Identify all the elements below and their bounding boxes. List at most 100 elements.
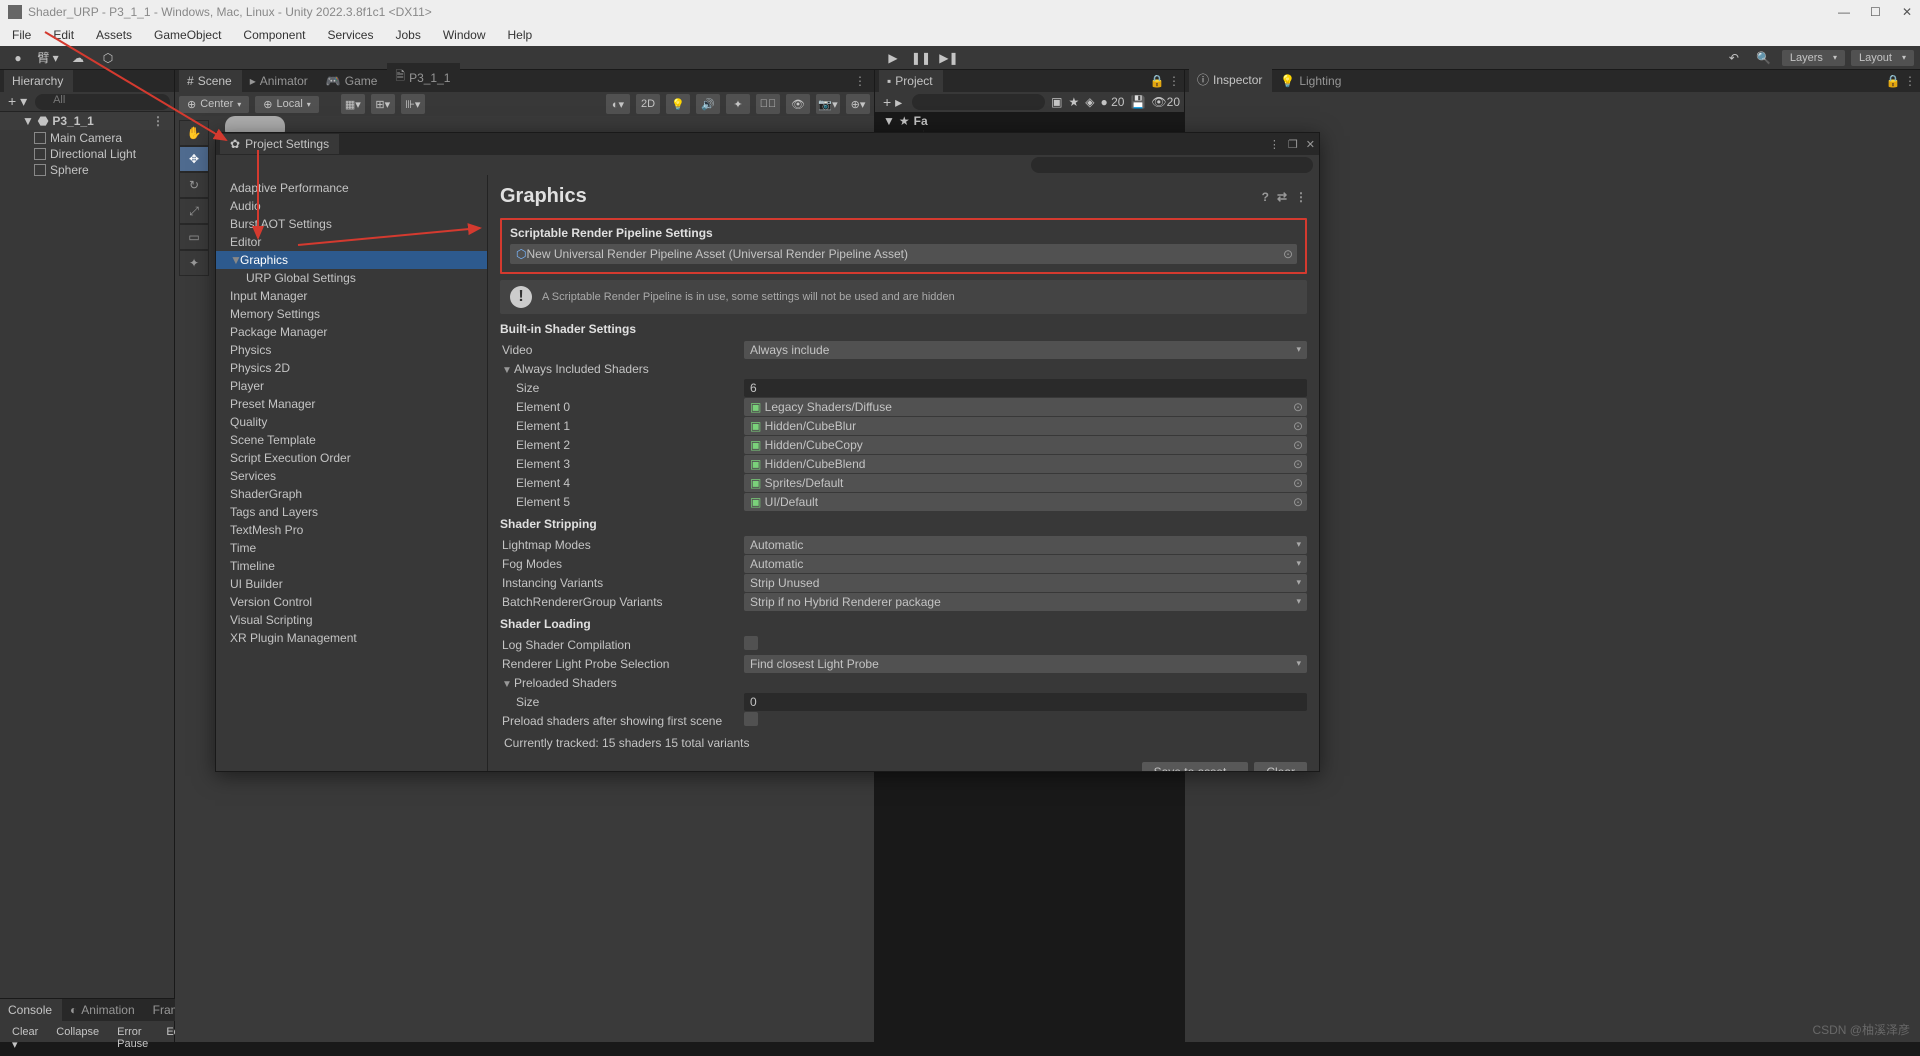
stripping-dropdown[interactable]: Automatic [744,555,1307,573]
hierarchy-tab[interactable]: Hierarchy [4,70,73,92]
shader-field[interactable]: ▣ Hidden/CubeCopy⊙ [744,436,1307,454]
undo-history-icon[interactable]: ↶ [1722,49,1746,67]
shader-field[interactable]: ▣ Legacy Shaders/Diffuse⊙ [744,398,1307,416]
visibility-icon[interactable]: 👁 [786,94,810,114]
preload-after-checkbox[interactable] [744,712,758,726]
eye-icon[interactable]: 👁20 [1151,95,1180,109]
cat-physics[interactable]: Physics [216,341,487,359]
menu-jobs[interactable]: Jobs [387,26,428,44]
cat-editor[interactable]: Editor [216,233,487,251]
object-picker-icon[interactable]: ⊙ [1293,495,1303,509]
snap-icon[interactable]: ⊞▾ [371,94,395,114]
asset-tab[interactable]: 🗎 P3_1_1 [387,63,460,92]
preload-size-input[interactable]: 0 [744,693,1307,711]
cat-shadergraph[interactable]: ShaderGraph [216,485,487,503]
cat-physics2d[interactable]: Physics 2D [216,359,487,377]
shader-field[interactable]: ▣ Sprites/Default⊙ [744,474,1307,492]
error-pause-button[interactable]: Error Pause [111,1024,154,1053]
clear-button[interactable]: Clear ▾ [6,1024,44,1053]
play-button[interactable]: ▶ [881,49,905,67]
cat-audio[interactable]: Audio [216,197,487,215]
kebab-icon[interactable]: ⋮ [1295,190,1307,204]
cat-tags[interactable]: Tags and Layers [216,503,487,521]
cat-quality[interactable]: Quality [216,413,487,431]
account-icon[interactable]: ● [6,49,30,67]
cat-preset[interactable]: Preset Manager [216,395,487,413]
shader-field[interactable]: ▣ Hidden/CubeBlur⊙ [744,417,1307,435]
cat-memory[interactable]: Memory Settings [216,305,487,323]
rotate-tool[interactable]: ↻ [179,172,209,198]
search-global-icon[interactable]: 🔍 [1752,49,1776,67]
settings-icon[interactable]: ⬡ [96,49,120,67]
settings-search-input[interactable] [1031,157,1313,173]
video-dropdown[interactable]: Always include [744,341,1307,359]
panel-lock-icon[interactable]: 🔒 ⋮ [1146,70,1184,92]
menu-window[interactable]: Window [435,26,494,44]
animation-tab[interactable]: ◐ Animation [62,999,145,1021]
pivot-dropdown[interactable]: ⊕Center [179,96,249,113]
shader-field[interactable]: ▣ Hidden/CubeBlend⊙ [744,455,1307,473]
srp-asset-field[interactable]: ⬡New Universal Render Pipeline Asset (Un… [510,244,1297,264]
project-settings-tab[interactable]: ✿ Project Settings [220,134,339,154]
cat-xr[interactable]: XR Plugin Management [216,629,487,647]
create-dropdown[interactable]: + ▾ [4,93,31,110]
lighting-tab[interactable]: 💡 Lighting [1272,70,1351,92]
filter-type-icon[interactable]: ◈ [1085,95,1094,109]
pause-button[interactable]: ❚❚ [909,49,933,67]
clear-button[interactable]: Clear [1254,762,1307,771]
tab-menu[interactable]: ⋮ [846,70,874,92]
cat-services[interactable]: Services [216,467,487,485]
project-create[interactable]: + ▸ [879,94,906,111]
size-input[interactable]: 6 [744,379,1307,397]
audio-icon[interactable]: 🔊 [696,94,720,114]
project-search-input[interactable] [912,94,1045,110]
cat-script-order[interactable]: Script Execution Order [216,449,487,467]
maximize-button[interactable]: ☐ [1870,5,1880,19]
scale-tool[interactable]: ⤢ [179,198,209,224]
object-picker-icon[interactable]: ⊙ [1293,457,1303,471]
window-close-icon[interactable]: ✕ [1306,138,1315,151]
cat-player[interactable]: Player [216,377,487,395]
move-tool[interactable]: ✥ [179,146,209,172]
fx-icon[interactable]: ✦ [726,94,750,114]
cat-version[interactable]: Version Control [216,593,487,611]
cat-visual-scripting[interactable]: Visual Scripting [216,611,487,629]
lighting-icon[interactable]: 💡 [666,94,690,114]
filter-fav-icon[interactable]: ★ [1069,95,1080,109]
transform-tool[interactable]: ✦ [179,250,209,276]
inspector-tab[interactable]: ⓘ Inspector [1189,67,1272,92]
object-picker-icon[interactable]: ⊙ [1293,419,1303,433]
cat-input[interactable]: Input Manager [216,287,487,305]
hierarchy-item[interactable]: Sphere [0,162,174,178]
cat-package[interactable]: Package Manager [216,323,487,341]
shader-field[interactable]: ▣ UI/Default⊙ [744,493,1307,511]
menu-gameobject[interactable]: GameObject [146,26,229,44]
draw-mode-icon[interactable]: ◐▾ [606,94,630,114]
minimize-button[interactable]: — [1838,5,1848,19]
hierarchy-item[interactable]: Main Camera [0,130,174,146]
layout-dropdown[interactable]: Layout [1851,50,1914,66]
2d-toggle[interactable]: 2D [636,94,660,114]
save-icon[interactable]: 💾 [1130,95,1145,109]
menu-component[interactable]: Component [235,26,313,44]
game-tab[interactable]: 🎮 Game [318,70,388,92]
log-compilation-checkbox[interactable] [744,636,758,650]
inspector-lock-icon[interactable]: 🔒 ⋮ [1882,70,1920,92]
services-icon[interactable]: 臂 ▾ [36,49,60,67]
always-included-foldout[interactable]: ▼Always Included Shaders [500,362,744,376]
window-menu-icon[interactable]: ⋮ [1269,138,1280,151]
scene-root[interactable]: ▼ ⬣ P3_1_1 ⋮ [0,112,174,130]
cat-uibuilder[interactable]: UI Builder [216,575,487,593]
grid-icon[interactable]: ▦▾ [341,94,365,114]
layers-dropdown[interactable]: Layers [1782,50,1845,66]
cat-burst[interactable]: Burst AOT Settings [216,215,487,233]
object-picker-icon[interactable]: ⊙ [1293,400,1303,414]
step-button[interactable]: ▶❚ [937,49,961,67]
cat-scenetmpl[interactable]: Scene Template [216,431,487,449]
project-tab[interactable]: ▪ Project [879,70,943,92]
hidden-icon[interactable]: 👁⃠ [756,94,780,114]
stripping-dropdown[interactable]: Automatic [744,536,1307,554]
cat-tmpro[interactable]: TextMesh Pro [216,521,487,539]
menu-file[interactable]: File [4,26,39,44]
console-tab[interactable]: Console [0,999,62,1021]
